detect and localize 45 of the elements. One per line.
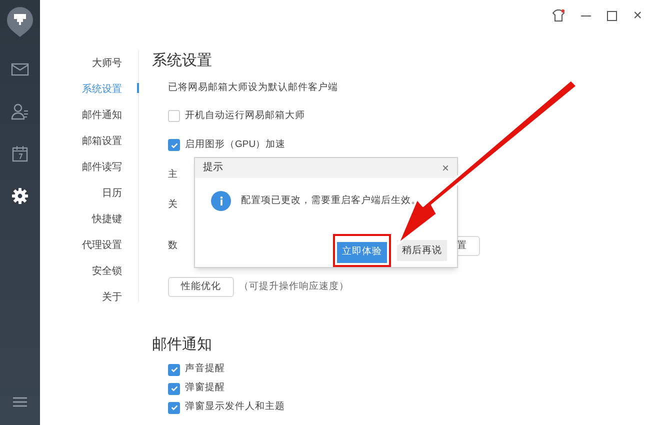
shirt-icon[interactable] xyxy=(552,9,566,22)
checkbox[interactable] xyxy=(168,139,180,151)
calendar-icon[interactable] xyxy=(10,144,30,164)
menu-icon[interactable] xyxy=(13,397,27,407)
settings-nav-item[interactable]: 大师号 xyxy=(92,56,122,70)
checkbox[interactable] xyxy=(168,364,180,376)
checkbox-label: 弹窗提醒 xyxy=(185,381,225,396)
later-button[interactable]: 稍后再说 xyxy=(397,240,447,262)
checkmark-icon xyxy=(170,365,178,374)
contacts-icon[interactable] xyxy=(10,102,30,122)
settings-icon[interactable] xyxy=(10,186,30,206)
info-icon xyxy=(211,191,231,212)
minimize-icon[interactable] xyxy=(581,14,592,16)
maximize-icon[interactable] xyxy=(607,10,618,20)
dialog-title: 提示 xyxy=(203,161,223,176)
hint-text: （可提升操作响应速度） xyxy=(239,280,349,294)
settings-nav-item[interactable]: 安全锁 xyxy=(92,264,122,278)
dialog-message: 配置项已更改，需要重启客户端后生效。 xyxy=(241,194,421,208)
section-heading: 系统设置 xyxy=(152,51,213,71)
settings-nav-item[interactable]: 日历 xyxy=(102,186,122,200)
settings-nav-item[interactable]: 快捷键 xyxy=(92,212,122,226)
checkbox-label: 开机自动运行网易邮箱大师 xyxy=(185,108,305,123)
checkmark-icon xyxy=(170,140,178,150)
checkbox[interactable] xyxy=(168,382,180,394)
settings-nav-item[interactable]: 代理设置 xyxy=(82,238,122,252)
checkbox[interactable] xyxy=(168,110,180,122)
settings-nav-item[interactable]: 关于 xyxy=(102,290,122,304)
optimize-button[interactable]: 性能优化 xyxy=(168,277,234,297)
section-heading: 邮件通知 xyxy=(152,335,213,355)
setting-text: 主 xyxy=(168,168,178,182)
settings-nav-item[interactable]: 邮件读写 xyxy=(82,160,122,174)
checkbox-label: 声音提醒 xyxy=(185,362,225,376)
settings-nav-item[interactable]: 邮箱设置 xyxy=(82,134,122,148)
logo-icon xyxy=(6,6,34,38)
checkmark-icon xyxy=(170,403,178,412)
checkmark-icon xyxy=(170,384,178,393)
setting-text: 数 xyxy=(168,238,178,253)
close-button[interactable]: × xyxy=(633,8,642,23)
setting-text: 关 xyxy=(168,198,178,212)
checkbox[interactable] xyxy=(168,402,180,414)
close-button[interactable]: × xyxy=(442,158,449,177)
setting-text: 已将网易邮箱大师设为默认邮件客户端 xyxy=(168,80,338,95)
checkbox-label: 弹窗显示发件人和主题 xyxy=(185,400,285,414)
checkbox-label: 启用图形（GPU）加速 xyxy=(185,138,286,152)
settings-nav-item[interactable]: 邮件通知 xyxy=(82,108,122,122)
